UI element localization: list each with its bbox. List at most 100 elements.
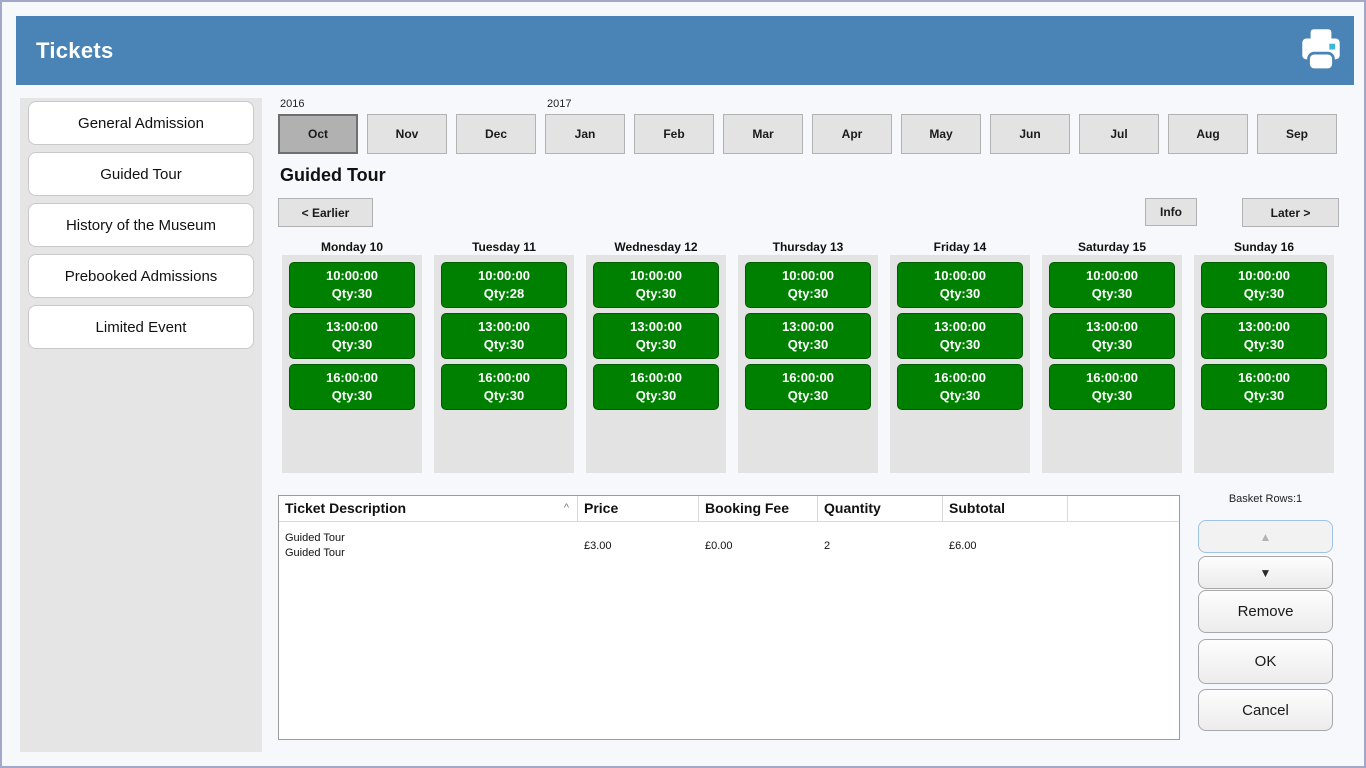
sidebar-item-limited-event[interactable]: Limited Event — [28, 305, 254, 349]
month-tab-dec[interactable]: Dec — [456, 114, 536, 154]
month-cell: Jul — [1079, 98, 1159, 154]
slot-time: 10:00:00 — [442, 267, 566, 285]
basket-table-body: Guided TourGuided Tour£3.00£0.002£6.00 — [279, 522, 1179, 562]
time-slot-button[interactable]: 10:00:00Qty:28 — [441, 262, 567, 308]
slot-qty: Qty:30 — [442, 387, 566, 405]
month-tab-jun[interactable]: Jun — [990, 114, 1070, 154]
page-title: Tickets — [16, 38, 114, 64]
month-tab-mar[interactable]: Mar — [723, 114, 803, 154]
basket-table: Ticket Description^PriceBooking FeeQuant… — [278, 495, 1180, 740]
basket-rows-label: Basket Rows:1 — [1198, 493, 1333, 505]
slot-time: 10:00:00 — [594, 267, 718, 285]
time-slot-button[interactable]: 10:00:00Qty:30 — [1049, 262, 1175, 308]
column-header-price[interactable]: Price — [578, 496, 699, 521]
later-button[interactable]: Later > — [1242, 198, 1339, 227]
time-slot-button[interactable]: 10:00:00Qty:30 — [289, 262, 415, 308]
slot-qty: Qty:30 — [594, 387, 718, 405]
time-slot-button[interactable]: 13:00:00Qty:30 — [289, 313, 415, 359]
slot-qty: Qty:30 — [290, 285, 414, 303]
month-tab-sep[interactable]: Sep — [1257, 114, 1337, 154]
cancel-button[interactable]: Cancel — [1198, 689, 1333, 731]
time-slot-button[interactable]: 13:00:00Qty:30 — [897, 313, 1023, 359]
month-cell: Dec — [456, 98, 536, 154]
column-header-booking-fee[interactable]: Booking Fee — [699, 496, 818, 521]
month-tab-aug[interactable]: Aug — [1168, 114, 1248, 154]
time-slot-button[interactable]: 10:00:00Qty:30 — [897, 262, 1023, 308]
earlier-button[interactable]: < Earlier — [278, 198, 373, 227]
month-tab-row: 2016OctNovDec 2017 JanFebMarAprMayJunJulAu… — [278, 98, 1337, 154]
sidebar-item-guided-tour[interactable]: Guided Tour — [28, 152, 254, 196]
time-slot-button[interactable]: 13:00:00Qty:30 — [745, 313, 871, 359]
slot-time: 13:00:00 — [290, 318, 414, 336]
slot-qty: Qty:30 — [1202, 336, 1326, 354]
day-slot-panel: 10:00:00Qty:30 13:00:00Qty:30 16:00:00Qty:… — [1194, 255, 1334, 473]
remove-button[interactable]: Remove — [1198, 590, 1333, 633]
move-down-button[interactable]: ▼ — [1198, 556, 1333, 589]
time-slot-button[interactable]: 13:00:00Qty:30 — [441, 313, 567, 359]
ok-button[interactable]: OK — [1198, 639, 1333, 684]
year-label-2017: 2017 — [547, 98, 571, 110]
sidebar-item-general-admission[interactable]: General Admission — [28, 101, 254, 145]
slot-time: 10:00:00 — [290, 267, 414, 285]
column-header-quantity[interactable]: Quantity — [818, 496, 943, 521]
printer-icon — [1295, 64, 1347, 79]
slot-time: 10:00:00 — [898, 267, 1022, 285]
time-slot-button[interactable]: 13:00:00Qty:30 — [1201, 313, 1327, 359]
move-up-button[interactable]: ▲ — [1198, 520, 1333, 553]
month-cell: Aug — [1168, 98, 1248, 154]
slot-time: 13:00:00 — [1050, 318, 1174, 336]
month-tab-may[interactable]: May — [901, 114, 981, 154]
month-tab-oct[interactable]: Oct — [278, 114, 358, 154]
slot-qty: Qty:30 — [898, 285, 1022, 303]
cell-quantity: 2 — [818, 539, 943, 554]
day-column-friday-14: Friday 1410:00:00Qty:3013:00:00Qty:3016:… — [890, 240, 1030, 473]
time-slot-button[interactable]: 16:00:00Qty:30 — [593, 364, 719, 410]
day-header: Monday 10 — [282, 240, 422, 254]
info-button[interactable]: Info — [1145, 198, 1197, 226]
sidebar-item-history-of-the-museum[interactable]: History of the Museum — [28, 203, 254, 247]
slot-time: 13:00:00 — [1202, 318, 1326, 336]
slot-time: 16:00:00 — [594, 369, 718, 387]
time-slot-button[interactable]: 16:00:00Qty:30 — [441, 364, 567, 410]
time-slot-button[interactable]: 16:00:00Qty:30 — [1201, 364, 1327, 410]
column-header-blank[interactable] — [1068, 496, 1179, 521]
time-slot-button[interactable]: 16:00:00Qty:30 — [1049, 364, 1175, 410]
column-header-ticket-description[interactable]: Ticket Description^ — [279, 496, 578, 521]
month-tab-jan[interactable]: Jan — [545, 114, 625, 154]
month-cell: 2016Oct — [278, 98, 358, 154]
day-column-thursday-13: Thursday 1310:00:00Qty:3013:00:00Qty:301… — [738, 240, 878, 473]
slot-time: 13:00:00 — [442, 318, 566, 336]
month-tab-jul[interactable]: Jul — [1079, 114, 1159, 154]
day-slot-panel: 10:00:00Qty:3013:00:00Qty:3016:00:00Qty:… — [890, 255, 1030, 473]
time-slot-button[interactable]: 13:00:00Qty:30 — [1049, 313, 1175, 359]
print-button[interactable] — [1294, 24, 1348, 78]
month-cell: Feb — [634, 98, 714, 154]
slot-time: 13:00:00 — [746, 318, 870, 336]
time-slot-button[interactable]: 10:00:00Qty:30 — [1201, 262, 1327, 308]
column-header-subtotal[interactable]: Subtotal — [943, 496, 1068, 521]
month-cell: Apr — [812, 98, 892, 154]
time-slot-button[interactable]: 16:00:00Qty:30 — [289, 364, 415, 410]
time-slot-button[interactable]: 10:00:00Qty:30 — [593, 262, 719, 308]
month-tab-apr[interactable]: Apr — [812, 114, 892, 154]
basket-row[interactable]: Guided TourGuided Tour£3.00£0.002£6.00 — [279, 522, 1179, 562]
month-tab-nov[interactable]: Nov — [367, 114, 447, 154]
description-line: Guided Tour — [285, 531, 578, 546]
sidebar-item-prebooked-admissions[interactable]: Prebooked Admissions — [28, 254, 254, 298]
month-tab-feb[interactable]: Feb — [634, 114, 714, 154]
slot-qty: Qty:30 — [594, 285, 718, 303]
time-slot-button[interactable]: 13:00:00Qty:30 — [593, 313, 719, 359]
day-header: Friday 14 — [890, 240, 1030, 254]
sort-ascending-icon: ^ — [564, 500, 577, 521]
cell-price: £3.00 — [578, 539, 699, 554]
event-title: Guided Tour — [280, 165, 386, 186]
slot-qty: Qty:30 — [898, 387, 1022, 405]
day-header: Sunday 16 — [1194, 240, 1334, 254]
slot-time: 16:00:00 — [1050, 369, 1174, 387]
cell-booking-fee: £0.00 — [699, 539, 818, 554]
time-slot-button[interactable]: 10:00:00Qty:30 — [745, 262, 871, 308]
time-slot-button[interactable]: 16:00:00Qty:30 — [745, 364, 871, 410]
slot-time: 16:00:00 — [746, 369, 870, 387]
time-slot-button[interactable]: 16:00:00Qty:30 — [897, 364, 1023, 410]
slot-qty: Qty:30 — [290, 387, 414, 405]
